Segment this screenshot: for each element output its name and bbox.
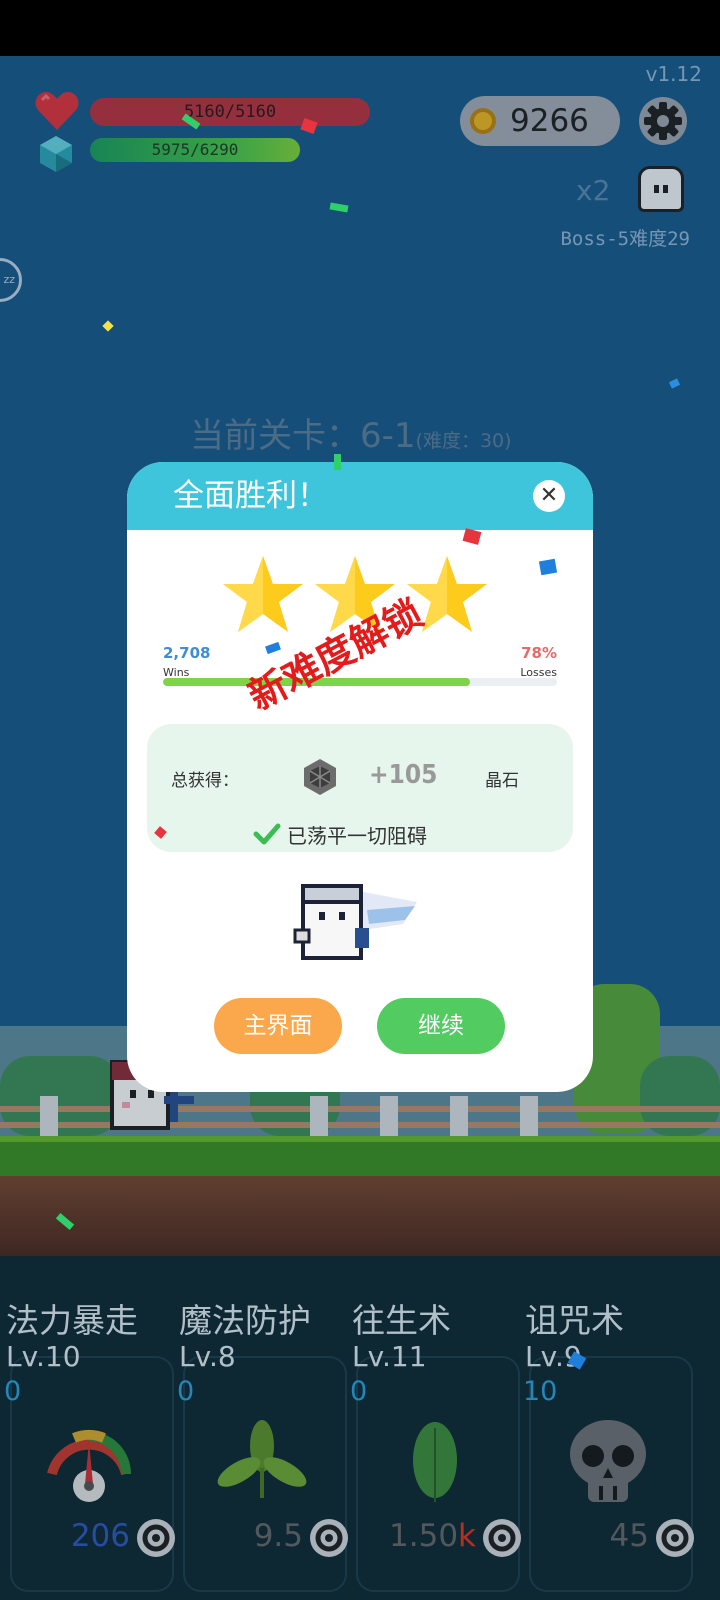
reward-box: 总获得： +105 晶石 已荡平一切阻碍 [147, 724, 573, 852]
close-button[interactable]: ✕ [533, 480, 565, 512]
dialog-title: 全面胜利！ [173, 478, 328, 514]
wins-value: 2,708 [163, 644, 211, 662]
star-icon [223, 556, 303, 632]
reward-label: 总获得： [171, 771, 239, 791]
reward-amount: +105 [369, 760, 438, 790]
cleared-text: 已荡平一切阻碍 [287, 824, 427, 848]
game-screen: v1.12 5160/5160 5975/6290 9266 x2 Boss-5… [0, 56, 720, 1600]
mascot-sprite [293, 884, 417, 960]
reward-unit: 晶石 [485, 771, 519, 791]
victory-dialog: 全面胜利！ ✕ 2,708 Wins 78% Losses 总获得： +105 … [127, 462, 593, 1092]
dialog-header: 全面胜利！ ✕ [127, 462, 593, 530]
win-progress-bar [163, 678, 557, 686]
continue-button[interactable]: 继续 [377, 998, 505, 1054]
check-icon [253, 823, 281, 845]
main-menu-button[interactable]: 主界面 [214, 998, 342, 1054]
confetti-piece [538, 558, 558, 576]
losses-value: 78% [521, 644, 557, 662]
crystal-icon [304, 759, 336, 795]
status-bar [0, 0, 720, 56]
confetti-piece [334, 454, 341, 470]
